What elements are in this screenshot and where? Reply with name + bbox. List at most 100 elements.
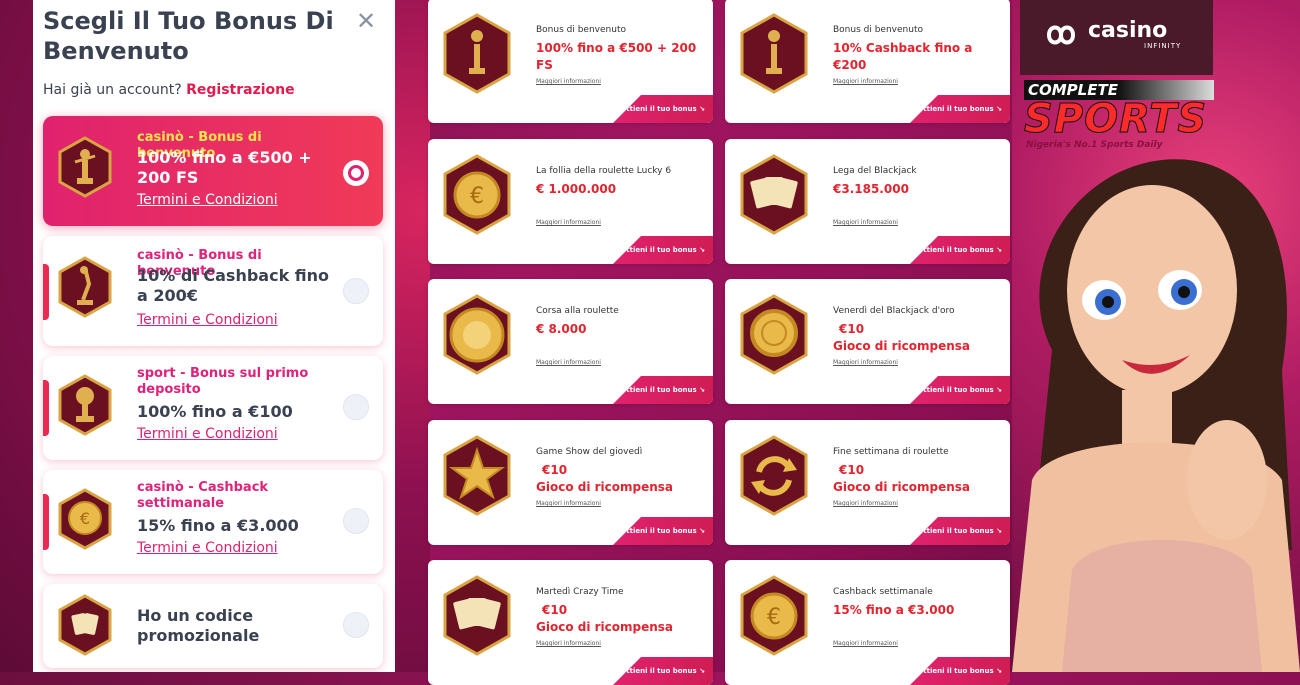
get-bonus-label: Ottieni il tuo bonus — [620, 105, 697, 113]
card-amount: 10% Cashback fino a €200 — [833, 40, 1008, 74]
gold-chip-icon — [740, 294, 808, 375]
more-info-link[interactable]: Maggiori informazioni — [833, 500, 898, 507]
radio-button[interactable] — [343, 612, 369, 638]
football-trophy-icon — [58, 374, 112, 436]
get-bonus-button[interactable]: Ottieni il tuo bonus ↘ — [910, 376, 1010, 404]
card-amount: €10 Gioco di ricompensa — [536, 602, 711, 636]
get-bonus-button[interactable]: Ottieni il tuo bonus ↘ — [910, 657, 1010, 685]
get-bonus-label: Ottieni il tuo bonus — [917, 386, 994, 394]
card-title: Fine settimana di roulette — [833, 447, 949, 457]
amount-line: €10 — [542, 463, 568, 477]
mascot-illustration — [1012, 159, 1300, 672]
card-icon — [442, 12, 512, 98]
more-info-link[interactable]: Maggiori informazioni — [536, 78, 601, 85]
get-bonus-label: Ottieni il tuo bonus — [917, 246, 994, 254]
get-bonus-button[interactable]: Ottieni il tuo bonus ↘ — [910, 95, 1010, 123]
terms-link[interactable]: Termini e Condizioni — [137, 540, 278, 556]
more-info-link[interactable]: Maggiori informazioni — [833, 219, 898, 226]
get-bonus-button[interactable]: Ottieni il tuo bonus ↘ — [910, 236, 1010, 264]
amount-line: €10 — [839, 322, 865, 336]
card-amount: €10 Gioco di ricompensa — [833, 462, 1008, 496]
euro-coin-icon: € — [443, 154, 511, 235]
bonus-option[interactable]: € casinò - Cashback settimanale 15% fino… — [43, 470, 383, 574]
radio-button[interactable] — [343, 394, 369, 420]
amount-line: €10 — [839, 463, 865, 477]
playing-cards-icon — [443, 575, 511, 656]
trophy-athlete-icon — [443, 13, 511, 94]
card-icon — [739, 434, 809, 520]
more-info-link[interactable]: Maggiori informazioni — [833, 359, 898, 366]
close-icon[interactable]: ✕ — [355, 9, 377, 33]
card-amount: 15% fino a €3.000 — [833, 602, 1008, 619]
bonus-card: Martedì Crazy Time €10 Gioco di ricompensa… — [428, 560, 713, 685]
option-category: casinò - Cashback settimanale — [137, 480, 269, 511]
amount-line: 10% Cashback fino a €200 — [833, 41, 973, 72]
bonus-card: Lega del Blackjack €3.185.000 Maggiori inf… — [725, 139, 1010, 264]
terms-link[interactable]: Termini e Condizioni — [137, 426, 278, 442]
card-icon — [442, 434, 512, 520]
modal-title: Scegli Il Tuo Bonus Di Benvenuto — [43, 7, 334, 65]
get-bonus-button[interactable]: Ottieni il tuo bonus ↘ — [613, 376, 713, 404]
get-bonus-label: Ottieni il tuo bonus — [917, 105, 994, 113]
more-info-link[interactable]: Maggiori informazioni — [833, 78, 898, 85]
euro-coin-icon: € — [740, 575, 808, 656]
more-info-link[interactable]: Maggiori informazioni — [536, 500, 601, 507]
more-info-link[interactable]: Maggiori informazioni — [833, 640, 898, 647]
card-title: Game Show del giovedì — [536, 447, 643, 457]
brand-sub: INFINITY — [1144, 42, 1182, 50]
promo-code-label: Ho un codice promozionale — [137, 606, 260, 645]
more-info-link[interactable]: Maggiori informazioni — [536, 219, 601, 226]
card-title: Bonus di benvenuto — [833, 25, 923, 35]
more-info-link[interactable]: Maggiori informazioni — [536, 359, 601, 366]
card-icon — [739, 293, 809, 379]
get-bonus-button[interactable]: Ottieni il tuo bonus ↘ — [910, 517, 1010, 545]
casino-infinity-logo[interactable]: casino INFINITY — [1020, 0, 1213, 75]
get-bonus-label: Ottieni il tuo bonus — [917, 527, 994, 535]
bonus-option[interactable]: casinò - Bonus di benvenuto 10% di Cashb… — [43, 236, 383, 346]
radio-button[interactable] — [343, 278, 369, 304]
get-bonus-label: Ottieni il tuo bonus — [620, 667, 697, 675]
partner-main: SPORTS — [1023, 96, 1208, 143]
card-icon: € — [442, 153, 512, 239]
get-bonus-button[interactable]: Ottieni il tuo bonus ↘ — [613, 95, 713, 123]
card-icon: € — [739, 574, 809, 660]
playing-cards-icon — [740, 154, 808, 235]
amount-line: 15% fino a €3.000 — [833, 603, 955, 617]
register-link[interactable]: Registrazione — [186, 82, 295, 98]
bonus-selection-modal: Scegli Il Tuo Bonus Di Benvenuto ✕ Hai g… — [33, 0, 395, 672]
promo-code-option[interactable]: Ho un codice promozionale — [43, 584, 383, 668]
radio-button[interactable] — [343, 160, 369, 186]
euro-coin-icon: € — [58, 488, 112, 550]
amount-line: Gioco di ricompensa — [536, 620, 674, 634]
complete-sports-logo: COMPLETE SPORTS Nigeria's No.1 Sports Da… — [1023, 80, 1214, 150]
option-edge-marker — [43, 264, 49, 320]
account-prompt-text: Hai già un account? — [43, 82, 182, 98]
get-bonus-button[interactable]: Ottieni il tuo bonus ↘ — [613, 657, 713, 685]
radio-button[interactable] — [343, 508, 369, 534]
more-info-link[interactable]: Maggiori informazioni — [536, 640, 601, 647]
amount-line: € 1.000.000 — [536, 182, 617, 196]
promo-cards-icon — [58, 594, 112, 656]
trophy-athlete-icon — [58, 136, 112, 198]
card-amount: € 8.000 — [536, 321, 711, 338]
card-amount: €3.185.000 — [833, 181, 1008, 198]
option-edge-marker — [43, 494, 49, 550]
bonus-card: € Cashback settimanale 15% fino a €3.000 Ma… — [725, 560, 1010, 685]
terms-link[interactable]: Termini e Condizioni — [137, 192, 278, 208]
trophy-dancer-icon — [58, 256, 112, 318]
amount-line: Gioco di ricompensa — [833, 339, 971, 353]
bonus-card: Venerdì del Blackjack d'oro €10 Gioco di r… — [725, 279, 1010, 404]
get-bonus-button[interactable]: Ottieni il tuo bonus ↘ — [613, 236, 713, 264]
amount-line: 100% fino a €500 + 200 FS — [536, 41, 697, 72]
svg-text:€: € — [80, 509, 90, 528]
bonus-option[interactable]: sport - Bonus sul primo deposito 100% fi… — [43, 356, 383, 460]
bonus-option[interactable]: casinò - Bonus di benvenuto 100% fino a … — [43, 116, 383, 226]
bonus-card: Bonus di benvenuto 10% Cashback fino a €2… — [725, 0, 1010, 123]
get-bonus-label: Ottieni il tuo bonus — [620, 386, 697, 394]
get-bonus-button[interactable]: Ottieni il tuo bonus ↘ — [613, 517, 713, 545]
infinity-icon — [1046, 25, 1076, 45]
card-title: Bonus di benvenuto — [536, 25, 626, 35]
terms-link[interactable]: Termini e Condizioni — [137, 312, 278, 328]
partner-tag: Nigeria's No.1 Sports Daily — [1026, 140, 1163, 150]
card-icon — [442, 293, 512, 379]
